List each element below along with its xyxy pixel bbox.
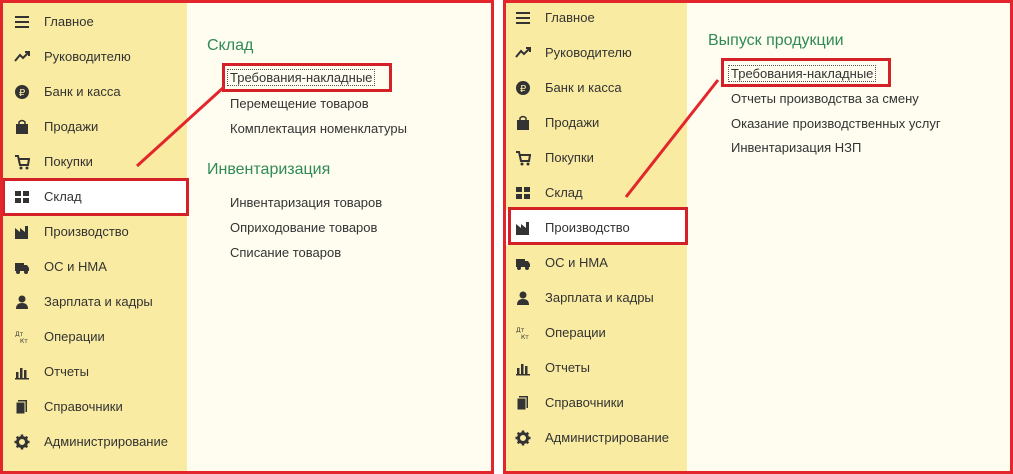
bar-chart-icon: [14, 364, 30, 380]
svg-text:₽: ₽: [19, 88, 26, 99]
right-active-highlight: [508, 207, 688, 245]
sidebar-item[interactable]: Руководителю: [0, 39, 187, 74]
factory-icon: [14, 224, 30, 240]
sidebar-item-label: Справочники: [545, 395, 624, 410]
sidebar-item[interactable]: Производство: [0, 214, 187, 249]
sidebar-item[interactable]: Продажи: [0, 109, 187, 144]
menu-icon: [515, 10, 531, 26]
svg-text:Кт: Кт: [20, 338, 28, 345]
trend-icon: [515, 45, 531, 61]
sidebar-item-label: Отчеты: [44, 364, 89, 379]
person-icon: [14, 294, 30, 310]
sidebar-item-label: Главное: [44, 14, 94, 29]
sidebar-item-label: Главное: [545, 10, 595, 25]
section-title-vypusk-produktsii: Выпуск продукции: [708, 32, 844, 49]
link-inventarizatsiya-tovarov[interactable]: Инвентаризация товаров: [230, 195, 382, 210]
truck-icon: [14, 259, 30, 275]
left-panel: Главное Руководителю ₽ Банк и касса Продажи П…: [0, 0, 494, 474]
ruble-icon: ₽: [515, 80, 531, 96]
sidebar-item[interactable]: ОС и НМА: [503, 245, 687, 280]
sidebar-item-label: Операции: [44, 329, 105, 344]
sidebar-item[interactable]: Покупки: [503, 140, 687, 175]
gear-icon: [14, 434, 30, 450]
sidebar-item-label: Справочники: [44, 399, 123, 414]
books-icon: [515, 395, 531, 411]
sidebar-item-label: ОС и НМА: [545, 255, 608, 270]
sidebar-item-label: ОС и НМА: [44, 259, 107, 274]
link-otchety-proizvodstva[interactable]: Отчеты производства за смену: [731, 91, 919, 106]
dtkt-icon: Дт Кт: [515, 325, 531, 341]
sidebar-item-label: Зарплата и кадры: [44, 294, 153, 309]
sidebar-item[interactable]: Администрирование: [0, 424, 187, 459]
sidebar-item-label: Производство: [44, 224, 129, 239]
left-sidebar: Главное Руководителю ₽ Банк и касса Продажи П…: [0, 0, 187, 474]
truck-icon: [515, 255, 531, 271]
sidebar-item[interactable]: Склад: [503, 175, 687, 210]
svg-text:Кт: Кт: [521, 334, 529, 341]
sidebar-item-label: Операции: [545, 325, 606, 340]
sidebar-item[interactable]: Дт Кт Операции: [503, 315, 687, 350]
sidebar-item-label: Банк и касса: [44, 84, 121, 99]
dtkt-icon: Дт Кт: [14, 329, 30, 345]
sidebar-item[interactable]: Продажи: [503, 105, 687, 140]
sidebar-item-label: Администрирование: [44, 434, 168, 449]
sidebar-item[interactable]: Справочники: [0, 389, 187, 424]
bar-chart-icon: [515, 360, 531, 376]
link-trebovaniya-nakladnye-production[interactable]: Требования-накладные: [728, 65, 877, 82]
trend-icon: [14, 49, 30, 65]
right-panel: Главное Руководителю ₽ Банк и касса Продажи П…: [503, 0, 1013, 474]
sidebar-item[interactable]: Главное: [503, 0, 687, 35]
svg-text:Дт: Дт: [516, 327, 525, 334]
gear-icon: [515, 430, 531, 446]
link-okazanie-uslug[interactable]: Оказание производственных услуг: [731, 116, 941, 131]
sidebar-item[interactable]: ₽ Банк и касса: [503, 70, 687, 105]
books-icon: [14, 399, 30, 415]
link-trebovaniya-nakladnye[interactable]: Требования-накладные: [227, 69, 376, 86]
person-icon: [515, 290, 531, 306]
sidebar-item[interactable]: Зарплата и кадры: [503, 280, 687, 315]
link-inventarizatsiya-nzp[interactable]: Инвентаризация НЗП: [731, 140, 861, 155]
sidebar-item[interactable]: Отчеты: [503, 350, 687, 385]
sidebar-item-label: Отчеты: [545, 360, 590, 375]
cart-icon: [515, 150, 531, 166]
svg-text:₽: ₽: [520, 84, 527, 95]
sidebar-item-label: Администрирование: [545, 430, 669, 445]
menu-icon: [14, 14, 30, 30]
sidebar-item[interactable]: ₽ Банк и касса: [0, 74, 187, 109]
link-peremeshchenie-tovarov[interactable]: Перемещение товаров: [230, 96, 369, 111]
sidebar-item-label: Продажи: [44, 119, 99, 134]
sidebar-item-label: Руководителю: [44, 49, 131, 64]
bag-icon: [515, 115, 531, 131]
svg-text:Дт: Дт: [15, 331, 24, 338]
bag-icon: [14, 119, 30, 135]
link-komplektatsiya-nomenklatury[interactable]: Комплектация номенклатуры: [230, 121, 407, 136]
link-spisanie-tovarov[interactable]: Списание товаров: [230, 245, 341, 260]
link-oprikhodovanie-tovarov[interactable]: Оприходование товаров: [230, 220, 377, 235]
sidebar-item[interactable]: Администрирование: [503, 420, 687, 455]
sidebar-item-label: Покупки: [44, 154, 93, 169]
section-title-sklad: Склад: [207, 37, 254, 54]
sidebar-item-label: Руководителю: [545, 45, 632, 60]
section-title-inventarizatsiya: Инвентаризация: [207, 161, 331, 178]
sidebar-item[interactable]: Справочники: [503, 385, 687, 420]
sidebar-item[interactable]: Зарплата и кадры: [0, 284, 187, 319]
sidebar-item-label: Банк и касса: [545, 80, 622, 95]
sidebar-item[interactable]: Главное: [0, 4, 187, 39]
sidebar-item-label: Зарплата и кадры: [545, 290, 654, 305]
cart-icon: [14, 154, 30, 170]
sidebar-item[interactable]: ОС и НМА: [0, 249, 187, 284]
left-active-highlight: [2, 178, 189, 216]
sidebar-item[interactable]: Дт Кт Операции: [0, 319, 187, 354]
sidebar-item[interactable]: Покупки: [0, 144, 187, 179]
ruble-icon: ₽: [14, 84, 30, 100]
sidebar-item[interactable]: Руководителю: [503, 35, 687, 70]
warehouse-icon: [515, 185, 531, 201]
sidebar-item-label: Склад: [545, 185, 583, 200]
sidebar-item-label: Продажи: [545, 115, 600, 130]
sidebar-item-label: Покупки: [545, 150, 594, 165]
sidebar-item[interactable]: Отчеты: [0, 354, 187, 389]
